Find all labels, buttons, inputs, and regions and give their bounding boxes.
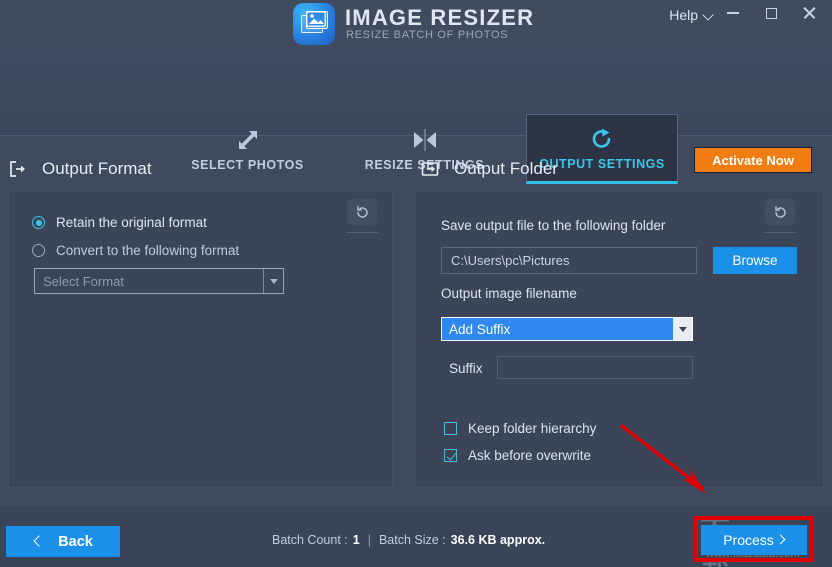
batch-count-value: 1	[352, 533, 360, 547]
tab-output-settings-label: OUTPUT SETTINGS	[539, 157, 665, 171]
output-format-reset-button[interactable]	[347, 199, 377, 225]
activate-now-button[interactable]: Activate Now	[694, 147, 812, 173]
chevron-right-icon	[777, 536, 785, 544]
output-format-panel: Retain the original format Convert to th…	[8, 190, 393, 488]
format-select-dropdown[interactable]: Select Format	[34, 268, 284, 294]
output-folder-panel: Save output file to the following folder…	[414, 190, 824, 488]
format-select-arrow[interactable]	[263, 269, 283, 293]
output-folder-header: Output Folder	[420, 152, 558, 186]
title-bar: IMAGE RESIZER RESIZE BATCH OF PHOTOS Hel…	[0, 0, 832, 48]
close-button[interactable]	[792, 0, 826, 26]
checkbox-indicator-keep-hierarchy	[444, 422, 457, 435]
tab-select-photos[interactable]: SELECT PHOTOS	[160, 114, 335, 184]
filename-mode-dropdown[interactable]: Add Suffix	[441, 317, 693, 341]
checkbox-keep-hierarchy-label: Keep folder hierarchy	[468, 421, 597, 436]
page-title: IMAGE RESIZER	[345, 5, 535, 30]
chevron-down-icon	[678, 326, 687, 332]
radio-indicator-retain	[32, 216, 45, 229]
checkbox-ask-before-overwrite[interactable]: Ask before overwrite	[444, 448, 591, 463]
photo-glyph-icon	[306, 11, 326, 27]
batch-info-separator: |	[367, 533, 371, 547]
process-label: Process	[723, 532, 774, 548]
radio-retain-original-format[interactable]: Retain the original format	[32, 215, 207, 230]
browse-button[interactable]: Browse	[713, 247, 797, 274]
app-logo	[293, 3, 335, 45]
batch-size-label: Batch Size :	[378, 533, 446, 547]
format-select-value: Select Format	[43, 273, 124, 289]
back-label: Back	[58, 533, 93, 550]
process-button[interactable]: Process	[701, 525, 807, 555]
batch-count-label: Batch Count :	[272, 533, 348, 547]
batch-size-value: 36.6 KB approx.	[450, 533, 546, 547]
expand-arrows-icon	[236, 126, 260, 152]
reset-icon	[774, 205, 786, 218]
output-folder-title: Output Folder	[454, 159, 558, 178]
reset-divider	[764, 232, 796, 233]
chevron-down-icon	[704, 10, 714, 20]
reset-icon	[356, 205, 368, 218]
radio-indicator-convert	[32, 244, 45, 257]
activate-now-label: Activate Now	[712, 152, 794, 168]
help-menu-button[interactable]: Help	[669, 0, 714, 30]
maximize-button[interactable]	[754, 0, 788, 26]
output-folder-reset-button[interactable]	[765, 199, 795, 225]
radio-retain-label: Retain the original format	[56, 215, 207, 230]
output-format-title: Output Format	[42, 159, 152, 178]
batch-info: Batch Count : 1 | Batch Size : 36.6 KB a…	[272, 533, 545, 547]
suffix-label: Suffix	[449, 361, 483, 376]
browse-label: Browse	[732, 253, 778, 268]
filename-label: Output image filename	[441, 286, 577, 301]
chevron-down-icon	[269, 278, 278, 284]
maximize-icon	[765, 7, 777, 19]
app-subtitle: RESIZE BATCH OF PHOTOS	[346, 29, 509, 41]
reset-divider	[346, 232, 378, 233]
minimize-button[interactable]	[716, 0, 750, 26]
minimize-icon	[727, 12, 739, 14]
help-label: Help	[669, 7, 698, 23]
close-icon	[802, 6, 816, 20]
radio-convert-label: Convert to the following format	[56, 243, 240, 258]
checkbox-indicator-ask-overwrite	[444, 449, 457, 462]
chevron-left-icon	[33, 537, 42, 546]
folder-export-icon	[420, 159, 440, 179]
folder-path-value: C:\Users\pc\Pictures	[451, 253, 570, 268]
app-window: IMAGE RESIZER RESIZE BATCH OF PHOTOS Hel…	[0, 0, 832, 567]
tab-bar: SELECT PHOTOS RESIZE SETTINGS OUTPUT SET…	[0, 48, 832, 184]
footer-divider	[0, 506, 832, 507]
checkbox-keep-folder-hierarchy[interactable]: Keep folder hierarchy	[444, 421, 596, 436]
suffix-input[interactable]	[497, 356, 693, 379]
folder-path-input[interactable]: C:\Users\pc\Pictures	[441, 247, 697, 274]
export-icon	[8, 159, 28, 179]
output-format-header: Output Format	[8, 152, 152, 186]
radio-convert-to-format[interactable]: Convert to the following format	[32, 243, 239, 258]
tab-select-photos-label: SELECT PHOTOS	[191, 158, 304, 172]
checkbox-ask-overwrite-label: Ask before overwrite	[468, 448, 592, 463]
refresh-circle-icon	[590, 125, 614, 151]
filename-mode-value: Add Suffix	[442, 318, 673, 340]
image-resizer-logo-icon	[293, 3, 335, 45]
back-button[interactable]: Back	[6, 526, 120, 557]
filename-mode-arrow[interactable]	[673, 318, 692, 340]
folder-path-label: Save output file to the following folder	[441, 218, 666, 233]
resize-bowtie-icon	[412, 126, 438, 152]
